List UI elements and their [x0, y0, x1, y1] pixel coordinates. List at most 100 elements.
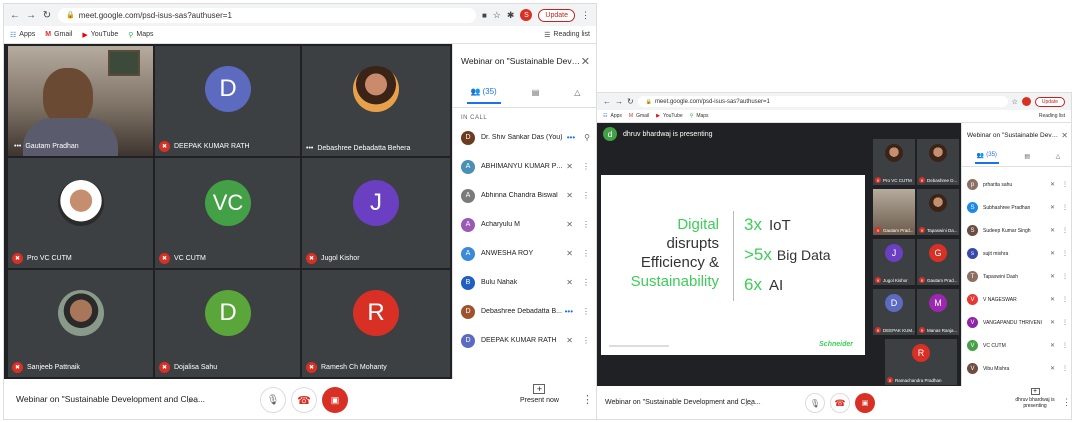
- reload-icon[interactable]: ↻: [627, 97, 634, 106]
- menu-dots-icon[interactable]: ⋮: [1062, 296, 1068, 303]
- participant-row[interactable]: p prharita sahu ✕ ⋮: [962, 173, 1071, 196]
- menu-dots-icon[interactable]: ⋮: [582, 191, 590, 200]
- participant-row[interactable]: V VANGAPANDU THRIVENI ✕ ⋮: [962, 311, 1071, 334]
- update-button[interactable]: Update: [1034, 96, 1065, 107]
- participant-tile[interactable]: R ✖ Ramesh Ch Mohanty: [302, 270, 450, 377]
- bookmark-youtube[interactable]: ▶ YouTube: [82, 31, 118, 39]
- menu-dots-icon[interactable]: ⋮: [582, 307, 590, 316]
- pin-icon[interactable]: ⚲: [584, 133, 590, 142]
- tab-chat[interactable]: ▤: [1024, 153, 1030, 160]
- participant-row[interactable]: D Debashree Debadatta B... ••• ⋮: [453, 297, 596, 326]
- tab-activities[interactable]: △: [1056, 153, 1061, 160]
- participant-row[interactable]: D DEEPAK KUMAR RATH ✕ ⋮: [453, 326, 596, 355]
- participant-tile[interactable]: ✖ Sanjeeb Pattnaik: [8, 270, 153, 377]
- participant-thumbnail[interactable]: ✕ Gautam Prad...: [873, 189, 915, 235]
- menu-dots-icon[interactable]: ⋮: [582, 278, 590, 287]
- tab-people[interactable]: 👥 (35): [974, 149, 999, 164]
- menu-dots-icon[interactable]: ⋮: [1062, 227, 1068, 234]
- participant-thumbnail[interactable]: M ✕ Manas Ranja...: [917, 289, 959, 335]
- participant-thumbnail[interactable]: G ✕ Gautam Prad...: [917, 239, 959, 285]
- bookmark-maps[interactable]: ⚲ Maps: [128, 31, 153, 39]
- presenting-status-button[interactable]: + dhruv bhardwaj is presenting: [1015, 388, 1055, 409]
- participant-tile[interactable]: D ✖ DEEPAK KUMAR RATH: [155, 46, 300, 156]
- close-icon[interactable]: ✕: [581, 55, 590, 68]
- participant-thumbnail[interactable]: J ✕ Jugol Kishor: [873, 239, 915, 285]
- profile-avatar[interactable]: [1021, 97, 1031, 106]
- mic-button[interactable]: 🎙: [805, 393, 825, 413]
- camera-icon[interactable]: ■: [482, 11, 487, 20]
- menu-dots-icon[interactable]: ⋮: [1062, 250, 1068, 257]
- participant-thumbnail[interactable]: ✕ Pro VC CUTM: [873, 139, 915, 185]
- participant-tile[interactable]: ••• Debashree Debadatta Behera: [302, 46, 450, 156]
- menu-dots-icon[interactable]: ⋮: [1062, 204, 1068, 211]
- menu-dots-icon[interactable]: ⋮: [1062, 273, 1068, 280]
- participant-row[interactable]: V Vibu Mishra ✕ ⋮: [962, 357, 1071, 380]
- menu-dots-icon[interactable]: ⋮: [1062, 319, 1068, 326]
- menu-dots-icon[interactable]: ⋮: [1062, 365, 1068, 372]
- bookmark-gmail[interactable]: M Gmail: [45, 31, 72, 38]
- participant-thumbnail[interactable]: R ✕ Ramachandra Pradhan: [885, 339, 957, 385]
- menu-dots-icon[interactable]: ⋮: [582, 336, 590, 345]
- participant-thumbnail[interactable]: D ✕ DEEPAK KUM...: [873, 289, 915, 335]
- participant-row[interactable]: s sujit mishra ✕ ⋮: [962, 242, 1071, 265]
- leave-call-button[interactable]: ☎: [830, 393, 850, 413]
- camera-off-button[interactable]: ▣: [855, 393, 875, 413]
- profile-avatar[interactable]: S: [520, 9, 533, 21]
- reload-icon[interactable]: ↻: [42, 10, 52, 21]
- menu-dots-icon[interactable]: ⋮: [582, 162, 590, 171]
- menu-dots-icon[interactable]: ⋮: [1062, 342, 1068, 349]
- participant-row[interactable]: A Acharyulu M ✕ ⋮: [453, 210, 596, 239]
- more-dots-icon[interactable]: •••: [565, 307, 573, 316]
- participant-thumbnail[interactable]: ✕ Tapaswini Da...: [917, 189, 959, 235]
- url-input[interactable]: 🔒 meet.google.com/psd-isus-sas?authuser=…: [58, 7, 476, 23]
- participant-row[interactable]: T Tapaswini Dash ✕ ⋮: [962, 265, 1071, 288]
- participant-row[interactable]: VV NAGESWAR ✕ ⋮: [962, 288, 1071, 311]
- menu-dots-icon[interactable]: ⋮: [581, 10, 590, 21]
- participant-row[interactable]: A ANWESHA ROY ✕ ⋮: [453, 239, 596, 268]
- participant-row[interactable]: A ABHIMANYU KUMAR PA... ✕ ⋮: [453, 152, 596, 181]
- star-icon[interactable]: ☆: [1012, 98, 1018, 106]
- extensions-icon[interactable]: ✱: [507, 10, 515, 21]
- participant-row[interactable]: V VC CUTM ✕ ⋮: [962, 334, 1071, 357]
- more-options-icon[interactable]: ⋮: [582, 393, 593, 406]
- menu-dots-icon[interactable]: ⋮: [582, 249, 590, 258]
- participant-row[interactable]: A Abhinna Chandra Biswal ✕ ⋮: [453, 181, 596, 210]
- participant-tile[interactable]: ✖ Pro VC CUTM: [8, 158, 153, 268]
- leave-call-button[interactable]: ☎: [291, 387, 317, 413]
- reading-list-button[interactable]: Reading list: [1039, 113, 1065, 119]
- update-button[interactable]: Update: [538, 8, 575, 22]
- menu-dots-icon[interactable]: ⋮: [1062, 181, 1068, 188]
- back-icon[interactable]: ←: [603, 97, 611, 106]
- more-options-icon[interactable]: ⋮: [1062, 397, 1071, 408]
- forward-icon[interactable]: →: [615, 97, 623, 106]
- tab-chat[interactable]: ▤: [528, 82, 544, 103]
- bookmark-youtube[interactable]: ▶ YouTube: [656, 113, 683, 119]
- back-icon[interactable]: ←: [10, 10, 20, 21]
- bookmark-apps[interactable]: ☷ Apps: [10, 31, 35, 39]
- participant-row[interactable]: B Bulu Nahak ✕ ⋮: [453, 268, 596, 297]
- star-icon[interactable]: ☆: [493, 10, 501, 21]
- present-now-button[interactable]: + Present now: [520, 384, 559, 404]
- more-dots-icon[interactable]: •••: [567, 133, 575, 142]
- participant-tile[interactable]: D ✖ Dojalisa Sahu: [155, 270, 300, 377]
- participant-row[interactable]: S Subhashree Pradhan ✕ ⋮: [962, 196, 1071, 219]
- participant-thumbnail[interactable]: ✕ Debashree D...: [917, 139, 959, 185]
- chevron-up-icon[interactable]: ︿: [188, 392, 197, 405]
- participant-row[interactable]: S Sudeep Kumar Singh ✕ ⋮: [962, 219, 1071, 242]
- participant-row[interactable]: D Dr. Shiv Sankar Das (You) ••• ⚲: [453, 123, 596, 152]
- participant-tile[interactable]: J ✖ Jugol Kishor: [302, 158, 450, 268]
- tab-people[interactable]: 👥 (35): [466, 81, 501, 104]
- menu-dots-icon[interactable]: ⋮: [582, 220, 590, 229]
- url-input[interactable]: 🔒 meet.google.com/psd-isus-sas?authuser=…: [637, 96, 1008, 107]
- mic-button[interactable]: 🎙: [260, 387, 286, 413]
- bookmark-gmail[interactable]: M Gmail: [629, 113, 649, 119]
- forward-icon[interactable]: →: [26, 10, 36, 21]
- tab-activities[interactable]: △: [570, 82, 584, 103]
- camera-off-button[interactable]: ▣: [322, 387, 348, 413]
- reading-list-button[interactable]: ☰ Reading list: [544, 31, 590, 39]
- bookmark-apps[interactable]: ☷ Apps: [603, 113, 622, 119]
- participant-tile[interactable]: VC ✖ VC CUTM: [155, 158, 300, 268]
- bookmark-maps[interactable]: ⚲ Maps: [690, 113, 709, 119]
- close-icon[interactable]: ✕: [1061, 131, 1068, 140]
- chevron-up-icon[interactable]: ︿: [745, 397, 753, 408]
